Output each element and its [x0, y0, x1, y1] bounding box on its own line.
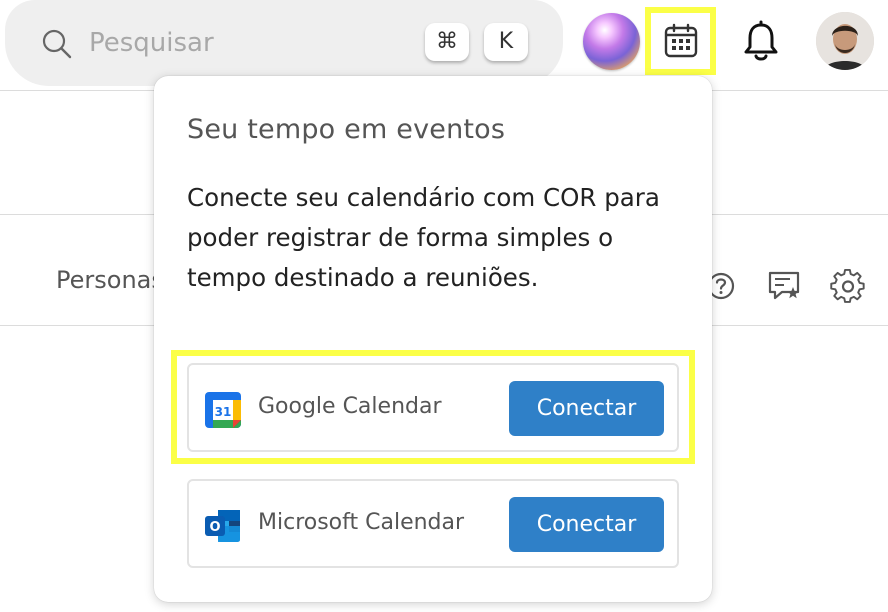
- google-calendar-logo-icon: 31: [205, 392, 241, 428]
- bell-icon[interactable]: [740, 20, 782, 64]
- gear-icon[interactable]: [830, 268, 866, 304]
- popover-title: Seu tempo em eventos: [187, 114, 506, 145]
- calendar-connect-popover: Seu tempo em eventos Conecte seu calendá…: [154, 76, 712, 602]
- microsoft-calendar-card: O Microsoft Calendar Conectar: [187, 479, 679, 568]
- calendar-icon: [664, 23, 697, 58]
- connect-microsoft-calendar-button[interactable]: Conectar: [509, 497, 664, 552]
- user-avatar[interactable]: [816, 12, 874, 70]
- search-icon: [42, 29, 72, 59]
- section-label: Personas: [56, 266, 156, 294]
- search-input[interactable]: [89, 20, 389, 66]
- google-calendar-logo-number: 31: [215, 405, 232, 419]
- comment-star-icon[interactable]: [766, 268, 802, 304]
- google-calendar-name: Google Calendar: [258, 394, 442, 419]
- shortcut-k-key: K: [484, 23, 528, 61]
- connect-google-calendar-button[interactable]: Conectar: [509, 381, 664, 436]
- search-bar[interactable]: ⌘ K: [5, 0, 563, 86]
- microsoft-calendar-name: Microsoft Calendar: [258, 510, 465, 535]
- popover-description: Conecte seu calendário com COR para pode…: [187, 183, 660, 292]
- outlook-logo-letter: O: [209, 520, 220, 535]
- shortcut-command-key: ⌘: [425, 23, 469, 61]
- assistant-orb-button[interactable]: [583, 13, 640, 70]
- outlook-logo-icon: O: [205, 510, 240, 542]
- app-page: ⌘ K Personas: [0, 0, 888, 612]
- google-calendar-card: 31 Google Calendar Conectar: [187, 363, 679, 452]
- calendar-button[interactable]: [645, 7, 716, 75]
- avatar-image: [816, 12, 874, 70]
